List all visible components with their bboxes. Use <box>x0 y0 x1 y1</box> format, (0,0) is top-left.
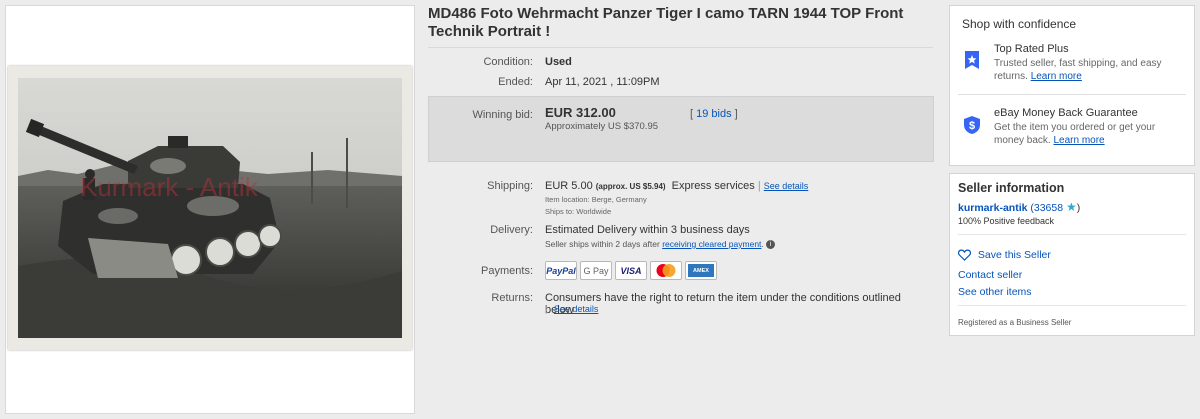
feedback-star-icon: ★ <box>1066 200 1077 214</box>
listing-title: MD486 Foto Wehrmacht Panzer Tiger I camo… <box>428 5 904 40</box>
info-icon[interactable]: i <box>766 240 776 250</box>
shipping-label: Shipping: <box>487 180 533 192</box>
top-rated-title: Top Rated Plus <box>994 43 1069 55</box>
see-other-items-link[interactable]: See other items <box>958 286 1032 298</box>
shipping-cost: EUR 5.00 <box>545 180 593 192</box>
bid-count-close: ] <box>734 108 738 120</box>
mastercard-logo <box>650 261 682 280</box>
mastercard-icon <box>656 264 676 277</box>
contact-seller-link[interactable]: Contact seller <box>958 269 1022 281</box>
confidence-heading: Shop with confidence <box>962 17 1077 31</box>
shipping-separator: | <box>757 180 761 192</box>
returns-value: Consumers have the right to return the i… <box>545 292 901 316</box>
positive-feedback: 100% Positive feedback <box>958 216 1055 226</box>
svg-text:$: $ <box>969 120 975 132</box>
ended-label: Ended: <box>498 76 533 88</box>
seller-name-row: kurmark-antik (33658 ★) <box>958 200 1080 214</box>
top-rated-badge-icon <box>965 51 979 69</box>
delivery-note: Seller ships within 2 days after receivi… <box>545 239 776 250</box>
seller-divider <box>958 234 1186 235</box>
shipping-details-link[interactable]: See details <box>764 181 809 191</box>
condition-value: Used <box>545 56 572 68</box>
bid-count-open: [ <box>690 108 694 120</box>
returns-details-link[interactable]: See details <box>554 304 599 314</box>
visa-logo: VISA <box>615 261 647 280</box>
seller-heading: Seller information <box>958 181 1065 195</box>
shipping-row: EUR 5.00 (approx. US $5.94) Express serv… <box>545 180 808 192</box>
feedback-score-link[interactable]: (33658 <box>1030 202 1063 214</box>
seller-name-link[interactable]: kurmark-antik <box>958 202 1027 214</box>
title-divider <box>428 47 933 48</box>
confidence-divider <box>958 94 1186 95</box>
heart-icon <box>957 249 972 262</box>
feedback-close: ) <box>1076 202 1081 214</box>
delivery-label: Delivery: <box>490 224 533 236</box>
delivery-value: Estimated Delivery within 3 business day… <box>545 224 750 236</box>
ships-to: Ships to: Worldwide <box>545 207 612 216</box>
amex-icon: AMEX <box>688 264 714 277</box>
item-photo[interactable]: Kurmark - Antik <box>8 66 412 350</box>
money-back-title: eBay Money Back Guarantee <box>994 107 1138 119</box>
tank-photo-illustration: Kurmark - Antik <box>8 66 412 350</box>
condition-label: Condition: <box>483 56 533 68</box>
payments-label: Payments: <box>481 265 533 277</box>
seller-divider-2 <box>958 305 1186 306</box>
top-rated-description: Trusted seller, fast shipping, and easy … <box>994 58 1184 83</box>
winning-bid-box <box>428 96 934 162</box>
shipping-service: Express services <box>671 180 755 192</box>
top-rated-learn-more[interactable]: Learn more <box>1031 71 1082 82</box>
money-back-shield-icon: $ <box>964 116 980 134</box>
delivery-note-period: . <box>761 239 764 249</box>
item-location: Item location: Berge, Germany <box>545 195 647 204</box>
money-back-description: Get the item you ordered or get your mon… <box>994 122 1184 147</box>
returns-label: Returns: <box>491 292 533 304</box>
delivery-note-text: Seller ships within 2 days after <box>545 239 660 249</box>
ended-value: Apr 11, 2021 , 11:09PM <box>545 76 660 88</box>
returns-details: | See details <box>545 304 598 314</box>
paypal-logo: PayPal <box>545 261 577 280</box>
google-pay-logo: G Pay <box>580 261 612 280</box>
save-seller-link[interactable]: Save this Seller <box>978 249 1051 261</box>
shipping-approx: (approx. US $5.94) <box>595 182 666 191</box>
winning-bid-label: Winning bid: <box>472 109 533 121</box>
money-back-learn-more[interactable]: Learn more <box>1053 135 1104 146</box>
winning-bid-price: EUR 312.00 <box>545 105 616 120</box>
save-seller-row[interactable]: Save this Seller <box>957 249 1051 262</box>
bid-count: [ 19 bids ] <box>690 108 738 120</box>
amex-logo: AMEX <box>685 261 717 280</box>
returns-separator: | <box>545 304 548 314</box>
cleared-payment-link[interactable]: receiving cleared payment <box>662 239 761 249</box>
winning-bid-approx: Approximately US $370.95 <box>545 121 659 132</box>
bid-history-link[interactable]: 19 bids <box>696 108 731 120</box>
photo-watermark: Kurmark - Antik <box>80 172 259 202</box>
registered-business-seller: Registered as a Business Seller <box>958 318 1072 327</box>
